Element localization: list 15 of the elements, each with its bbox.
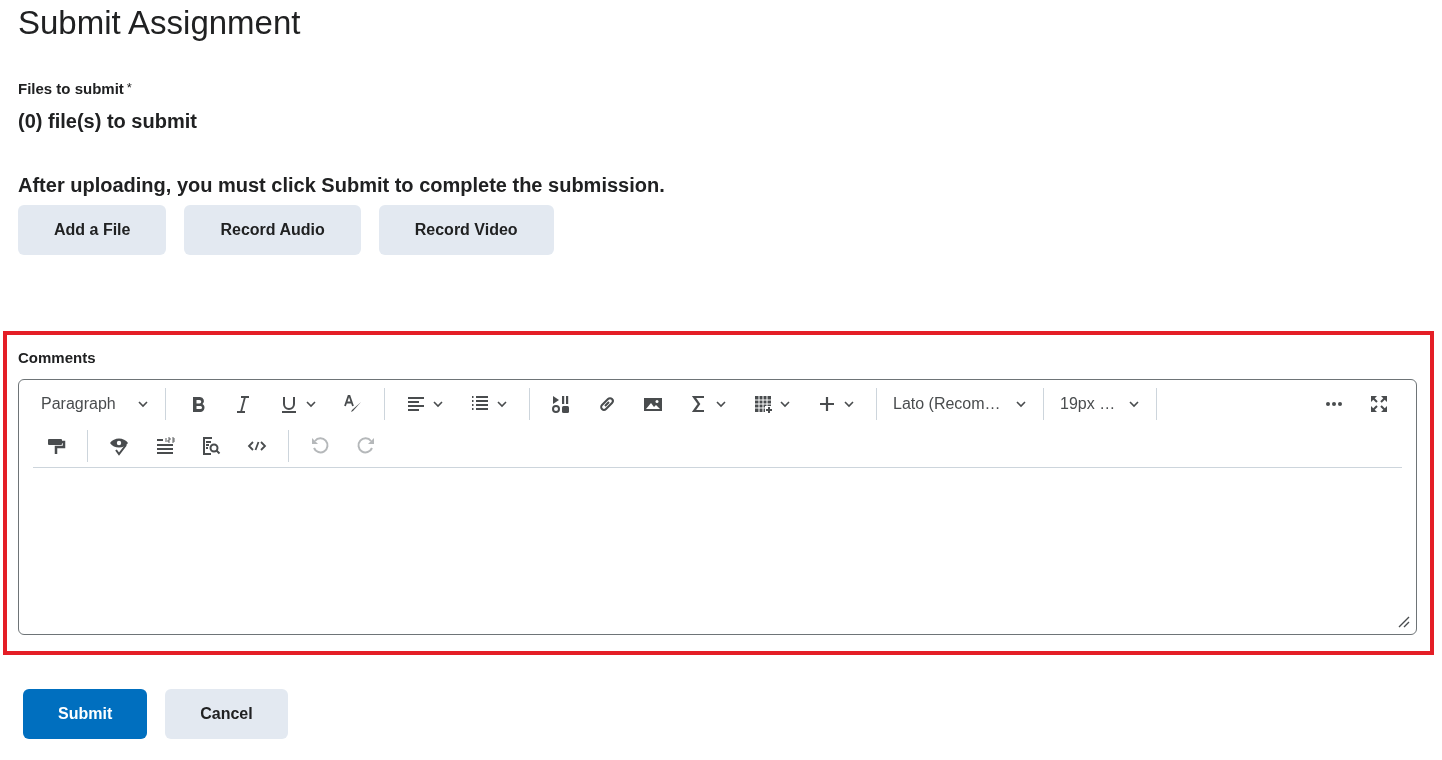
block-format-dropdown[interactable]: Paragraph	[33, 386, 157, 422]
field-label: Files to submit	[18, 80, 124, 97]
upload-button[interactable]: Record Video	[378, 205, 554, 255]
upload-button[interactable]: Record Audio	[184, 205, 361, 255]
instruction-text: After uploading, you must click Submit to complete the submission.	[18, 174, 666, 197]
cancel-button[interactable]: Cancel	[165, 689, 288, 739]
page-title: Submit Assignment	[18, 3, 302, 43]
file-count-text: (0) file(s) to submit	[18, 110, 198, 133]
submit-button[interactable]: Submit	[23, 689, 148, 739]
rich-text-editor[interactable]: Paragraph Lato (Recom… 19px …	[18, 379, 1417, 635]
font-size-dropdown[interactable]: 19px …	[1052, 386, 1148, 422]
font-family-dropdown[interactable]: Lato (Recom…	[885, 386, 1035, 422]
required-mark: *	[126, 80, 132, 97]
comments-label: Comments	[18, 349, 97, 366]
upload-button[interactable]: Add a File	[18, 205, 167, 255]
